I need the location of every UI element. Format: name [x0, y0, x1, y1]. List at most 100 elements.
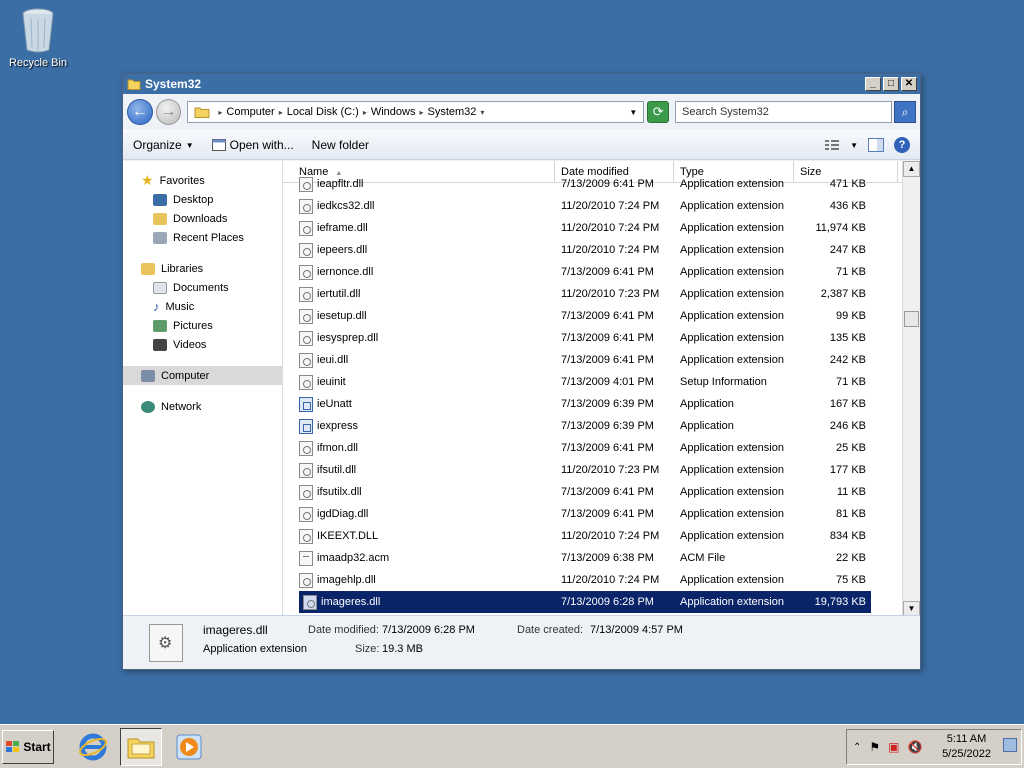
view-options-icon[interactable]	[824, 139, 840, 151]
nav-recent-places[interactable]: Recent Places	[123, 228, 282, 247]
internet-explorer-icon[interactable]	[72, 728, 114, 766]
help-icon[interactable]: ?	[894, 137, 910, 153]
navigation-bar: ← → ▸ Computer ▸ Local Disk (C:) ▸ Windo…	[123, 94, 920, 130]
nav-pictures[interactable]: Pictures	[123, 316, 282, 335]
details-date-modified: 7/13/2009 6:28 PM	[382, 624, 475, 636]
new-folder-button[interactable]: New folder	[312, 138, 369, 152]
breadcrumb-computer[interactable]: Computer	[226, 106, 274, 118]
dll-file-icon	[299, 528, 313, 544]
recent-places-icon	[153, 231, 167, 244]
nav-computer[interactable]: Computer	[123, 366, 282, 385]
table-row[interactable]: iernonce.dll 7/13/2009 6:41 PM Application…	[283, 261, 902, 283]
file-date: 7/13/2009 6:41 PM	[561, 442, 654, 454]
table-row[interactable]: iertutil.dll 11/20/2010 7:23 PM Applicatio…	[283, 283, 902, 305]
nav-downloads-label: Downloads	[173, 212, 228, 225]
maximize-button[interactable]: □	[883, 77, 899, 91]
organize-button[interactable]: Organize ▼	[133, 138, 194, 152]
recycle-bin-desktop-icon[interactable]: Recycle Bin	[6, 6, 70, 69]
table-row[interactable]: iesysprep.dll 7/13/2009 6:41 PM Applicatio…	[283, 327, 902, 349]
clock[interactable]: 5:11 AM 5/25/2022	[942, 732, 991, 762]
scroll-thumb[interactable]	[904, 311, 919, 327]
show-desktop-icon[interactable]	[1003, 738, 1017, 752]
file-type: Application extension	[680, 486, 784, 498]
breadcrumb-local-disk[interactable]: Local Disk (C:)	[287, 106, 359, 118]
chevron-right-icon[interactable]: ▾	[480, 108, 484, 117]
table-row[interactable]: ieuinit 7/13/2009 4:01 PM Setup Informatio…	[283, 371, 902, 393]
nav-favorites[interactable]: ★ Favorites	[123, 171, 282, 190]
table-row[interactable]: imaadp32.acm 7/13/2009 6:38 PM ACM File 22 …	[283, 547, 902, 569]
nav-documents[interactable]: Documents	[123, 278, 282, 297]
chevron-right-icon[interactable]: ▸	[419, 108, 423, 117]
volume-muted-icon[interactable]: 🔇	[908, 740, 923, 754]
file-name-cell: ieapfltr.dll	[283, 176, 555, 192]
chevron-down-icon[interactable]: ▼	[629, 108, 637, 117]
table-row[interactable]: imagehlp.dll 11/20/2010 7:24 PM Applicatio…	[283, 569, 902, 591]
vertical-scrollbar[interactable]: ▲ ▼	[902, 161, 920, 617]
table-row[interactable]: ieapfltr.dll 7/13/2009 6:41 PM Application…	[283, 173, 902, 195]
nav-music[interactable]: ♪ Music	[123, 297, 282, 316]
nav-documents-label: Documents	[173, 281, 229, 294]
window-title: System32	[145, 77, 202, 91]
nav-favorites-label: Favorites	[159, 174, 205, 187]
search-icon[interactable]: ⌕	[894, 101, 916, 123]
table-row[interactable]: iesetup.dll 7/13/2009 6:41 PM Application …	[283, 305, 902, 327]
title-bar[interactable]: System32 _ □ ✕	[123, 74, 920, 94]
table-row[interactable]: iexpress 7/13/2009 6:39 PM Application 246 …	[283, 415, 902, 437]
table-row[interactable]: ieui.dll 7/13/2009 6:41 PM Application ext…	[283, 349, 902, 371]
navigation-pane: ★ Favorites Desktop Downloads Recent Pla…	[123, 161, 283, 617]
file-size: 81 KB	[836, 508, 866, 520]
close-button[interactable]: ✕	[901, 77, 917, 91]
file-name: imaadp32.acm	[317, 552, 390, 564]
forward-button[interactable]: →	[155, 99, 182, 125]
table-row[interactable]: imageres.dll 7/13/2009 6:28 PM Application…	[299, 591, 871, 613]
windows-explorer-icon[interactable]	[120, 727, 162, 766]
breadcrumb-windows[interactable]: Windows	[371, 106, 416, 118]
chevron-right-icon[interactable]: ▸	[279, 108, 283, 117]
table-row[interactable]: IKEEXT.DLL 11/20/2010 7:24 PM Application …	[283, 525, 902, 547]
chevron-right-icon[interactable]: ▸	[363, 108, 367, 117]
search-input[interactable]: Search System32	[675, 101, 893, 123]
nav-desktop[interactable]: Desktop	[123, 190, 282, 209]
refresh-button[interactable]: ⟳	[647, 101, 670, 123]
show-hidden-icons-icon[interactable]: ⌃	[853, 742, 861, 753]
table-row[interactable]: ifsutil.dll 11/20/2010 7:23 PM Application…	[283, 459, 902, 481]
file-type: Application extension	[680, 464, 784, 476]
table-row[interactable]: iedkcs32.dll 11/20/2010 7:24 PM Applicatio…	[283, 195, 902, 217]
network-status-icon[interactable]: ▣	[888, 740, 899, 754]
clock-time: 5:11 AM	[946, 733, 987, 745]
file-name-cell: imaadp32.acm	[283, 550, 555, 566]
table-row[interactable]: ieframe.dll 11/20/2010 7:24 PM Application…	[283, 217, 902, 239]
file-date: 7/13/2009 6:41 PM	[561, 310, 654, 322]
nav-downloads[interactable]: Downloads	[123, 209, 282, 228]
start-label: Start	[23, 739, 51, 754]
chevron-right-icon[interactable]: ▸	[218, 108, 222, 117]
start-button[interactable]: Start	[2, 729, 54, 764]
media-player-icon[interactable]	[168, 728, 210, 766]
dll-file-icon	[299, 308, 313, 324]
details-date-created-label: Date created:	[517, 624, 584, 636]
nav-computer-label: Computer	[161, 369, 210, 382]
breadcrumb-system32[interactable]: System32	[427, 106, 476, 118]
file-name-cell: iertutil.dll	[283, 286, 555, 302]
file-name-cell: iesetup.dll	[283, 308, 555, 324]
nav-libraries[interactable]: Libraries	[123, 259, 282, 278]
pictures-icon	[153, 319, 167, 332]
address-bar[interactable]: ▸ Computer ▸ Local Disk (C:) ▸ Windows ▸…	[187, 101, 645, 123]
action-center-flag-icon[interactable]: ⚑	[869, 740, 880, 754]
nav-videos[interactable]: Videos	[123, 335, 282, 354]
command-bar: Organize ▼ Open with... New folder ▼ ?	[123, 130, 920, 160]
table-row[interactable]: igdDiag.dll 7/13/2009 6:41 PM Application …	[283, 503, 902, 525]
file-type: Application extension	[680, 200, 784, 212]
open-with-button[interactable]: Open with...	[211, 138, 294, 152]
back-button[interactable]: ←	[127, 99, 153, 125]
chevron-down-icon[interactable]: ▼	[850, 141, 858, 150]
table-row[interactable]: iepeers.dll 11/20/2010 7:24 PM Application…	[283, 239, 902, 261]
app-file-icon	[299, 396, 313, 412]
table-row[interactable]: ieUnatt 7/13/2009 6:39 PM Application 167 K…	[283, 393, 902, 415]
table-row[interactable]: ifsutilx.dll 7/13/2009 6:41 PM Application…	[283, 481, 902, 503]
nav-network[interactable]: Network	[123, 397, 282, 416]
preview-pane-icon[interactable]	[868, 138, 884, 152]
table-row[interactable]: ifmon.dll 7/13/2009 6:41 PM Application ex…	[283, 437, 902, 459]
minimize-button[interactable]: _	[865, 77, 881, 91]
scroll-up-arrow[interactable]: ▲	[903, 161, 920, 177]
